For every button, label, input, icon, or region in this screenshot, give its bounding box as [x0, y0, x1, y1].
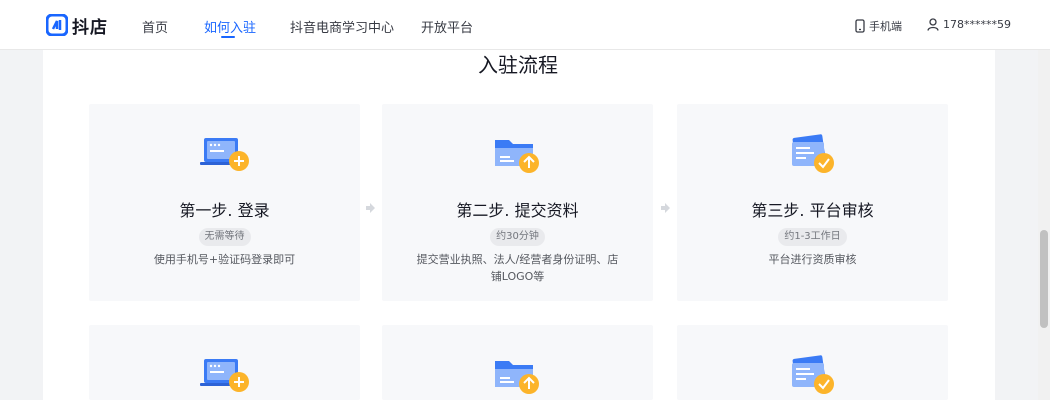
- mobile-link[interactable]: 手机端: [855, 18, 902, 34]
- step-title: 第三步. 平台审核: [751, 201, 874, 220]
- folder-upload-icon: [494, 361, 539, 394]
- card-check-icon: [791, 134, 834, 173]
- logo[interactable]: 抖店: [46, 12, 108, 38]
- vertical-scrollbar[interactable]: [1038, 50, 1050, 400]
- step-title: 第二步. 提交资料: [456, 201, 579, 220]
- card-check-icon: [791, 355, 834, 394]
- step-card-review-secondary: [677, 325, 948, 400]
- arrow-right-icon: [661, 203, 670, 213]
- step-card-submit: 第二步. 提交资料 约30分钟 提交营业执照、法人/经营者身份证明、店铺LOGO…: [382, 104, 653, 301]
- user-account[interactable]: 178******59: [927, 18, 1011, 31]
- arrow-right-icon: [366, 203, 375, 213]
- step-title: 第一步. 登录: [179, 201, 270, 220]
- user-icon: [927, 18, 939, 31]
- section-title: 入驻流程: [478, 53, 558, 77]
- logo-icon: [46, 14, 68, 36]
- step-description: 平台进行资质审核: [768, 253, 857, 266]
- nav-item-open-platform[interactable]: 开放平台: [421, 17, 473, 36]
- mobile-phone-icon: [855, 19, 865, 33]
- user-phone: 178******59: [943, 18, 1011, 31]
- step-duration-badge: 约1-3工作日: [778, 228, 847, 246]
- active-nav-indicator: [221, 36, 235, 38]
- nav-item-home[interactable]: 首页: [142, 17, 168, 36]
- nav-item-how-to-join[interactable]: 如何入驻: [204, 17, 256, 36]
- step-description: 提交营业执照、法人/经营者身份证明、店铺LOGO等: [416, 253, 619, 283]
- step-duration-badge: 无需等待: [198, 228, 251, 246]
- step-card-submit-secondary: [382, 325, 653, 400]
- laptop-plus-icon: [199, 359, 249, 392]
- nav-item-learning-center[interactable]: 抖音电商学习中心: [290, 17, 394, 36]
- laptop-plus-icon: [199, 138, 249, 171]
- top-navigation-bar: 抖店 首页 如何入驻 抖音电商学习中心 开放平台 手机端 178******59: [0, 0, 1050, 50]
- scrollbar-thumb[interactable]: [1040, 230, 1048, 328]
- step-duration-badge: 约30分钟: [490, 228, 545, 246]
- step-description: 使用手机号+验证码登录即可: [153, 253, 296, 266]
- mobile-link-label: 手机端: [869, 20, 902, 33]
- step-card-login: 第一步. 登录 无需等待 使用手机号+验证码登录即可: [89, 104, 360, 301]
- folder-upload-icon: [494, 140, 539, 173]
- step-card-review: 第三步. 平台审核 约1-3工作日 平台进行资质审核: [677, 104, 948, 301]
- step-card-login-secondary: [89, 325, 360, 400]
- logo-text: 抖店: [72, 17, 108, 38]
